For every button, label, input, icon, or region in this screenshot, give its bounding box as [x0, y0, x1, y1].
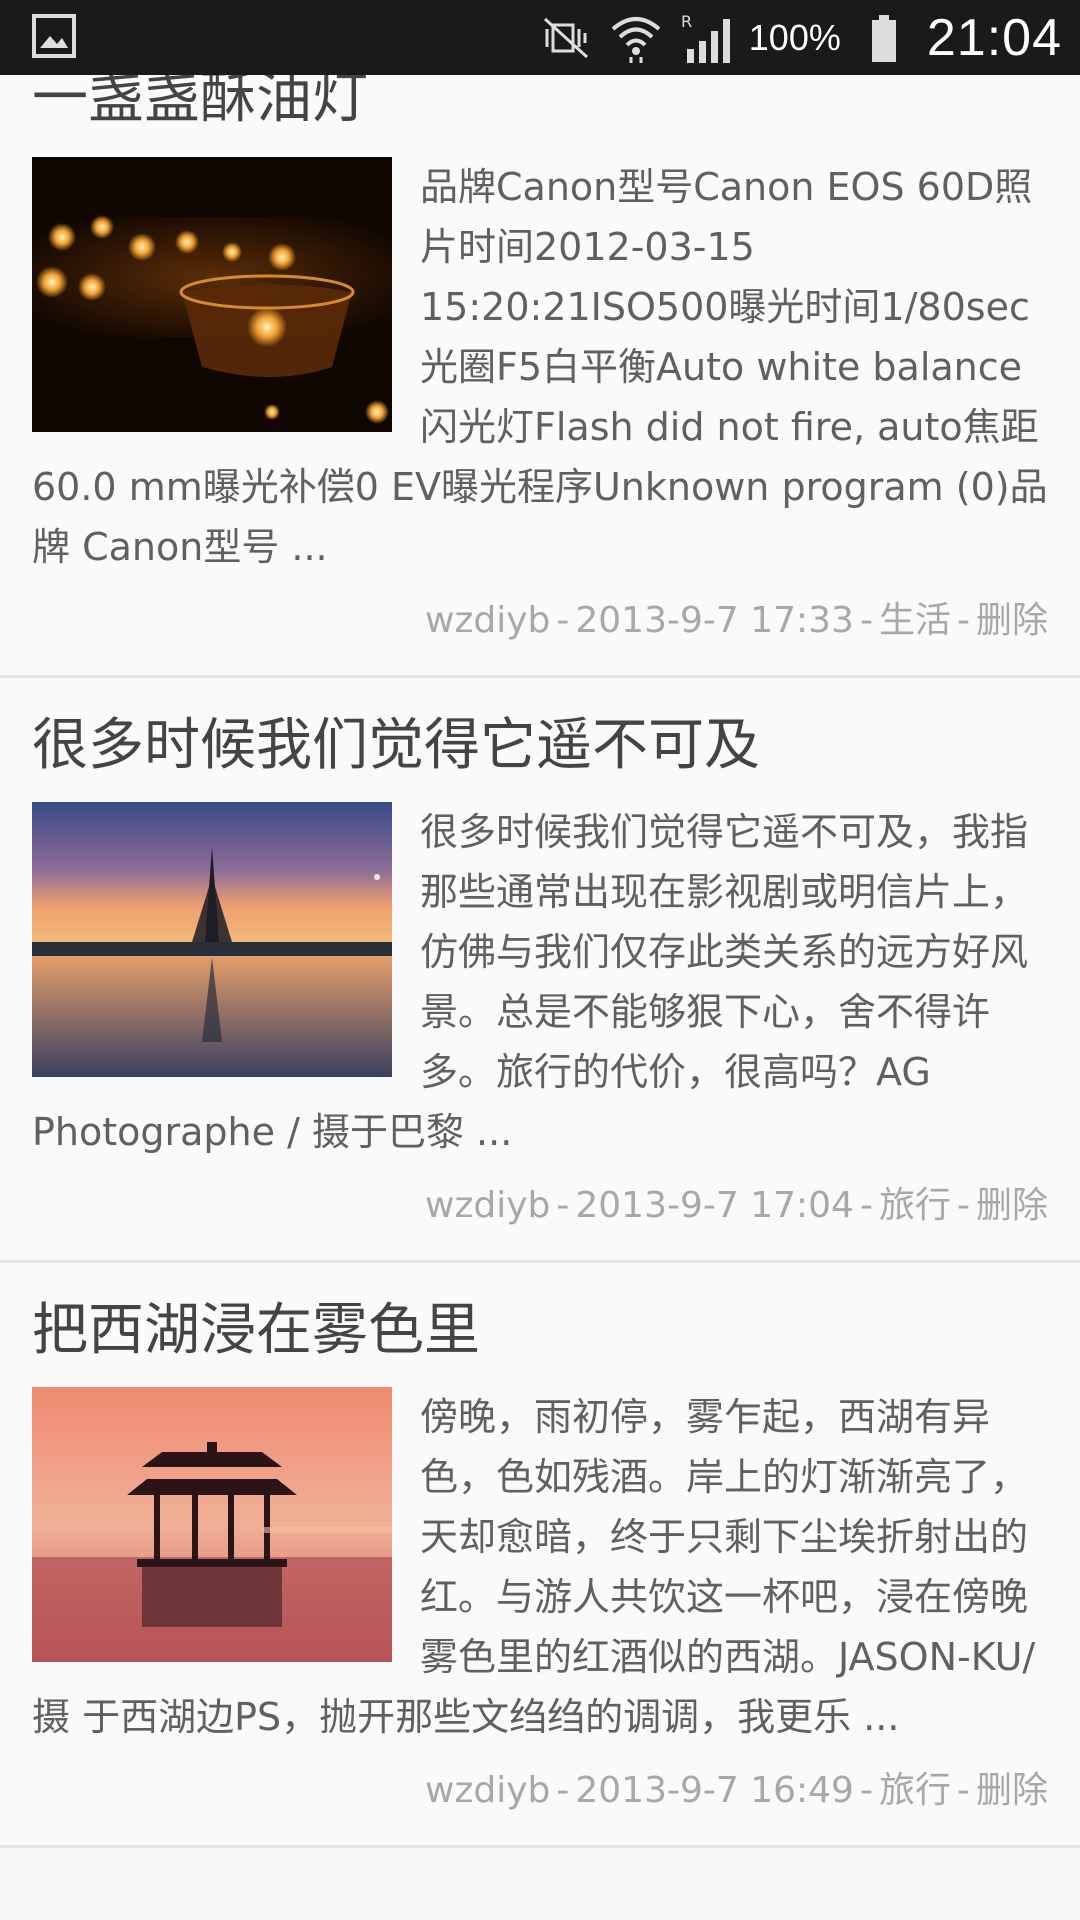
post-category[interactable]: 旅行 [879, 1185, 951, 1226]
post-date: 2013-9-7 17:04 [575, 1185, 854, 1226]
signal-roaming-icon: R [679, 11, 733, 65]
post-meta: wzdiyb -2013-9-7 17:33- 生活 - 删除 [425, 600, 1048, 641]
battery-percentage: 100% [748, 16, 841, 58]
post-thumbnail[interactable] [32, 802, 392, 1077]
post-author[interactable]: wzdiyb [425, 1185, 550, 1226]
mute-vibrate-icon [539, 11, 593, 65]
post-date: 2013-9-7 16:49 [575, 1770, 854, 1811]
battery-icon [857, 11, 911, 65]
delete-link[interactable]: 删除 [976, 1185, 1048, 1226]
post-category[interactable]: 旅行 [879, 1770, 951, 1811]
post-thumbnail[interactable] [32, 157, 392, 432]
gallery-notification-icon [32, 14, 76, 58]
post-category[interactable]: 生活 [879, 600, 951, 641]
post-card[interactable]: 把西湖浸在雾色里 傍晚，雨初停，雾乍起，西湖有异色，色如残酒。岸上的灯渐渐亮了，… [0, 1263, 1080, 1848]
wifi-icon [609, 11, 663, 65]
svg-text:R: R [681, 12, 692, 31]
post-date: 2013-9-7 17:33 [575, 600, 854, 641]
post-title[interactable]: 很多时候我们觉得它遥不可及 [0, 678, 1080, 776]
delete-link[interactable]: 删除 [976, 600, 1048, 641]
post-author[interactable]: wzdiyb [425, 1770, 550, 1811]
post-card[interactable]: 很多时候我们觉得它遥不可及 很多时候我们觉得它遥不可及，我指那些通常出现在影视剧… [0, 678, 1080, 1263]
post-author[interactable]: wzdiyb [425, 600, 550, 641]
post-title[interactable]: 一盏盏酥油灯 [0, 75, 1080, 129]
post-feed[interactable]: 一盏盏酥油灯 品牌Canon型号Canon EOS 60D照片时间2012-03… [0, 75, 1080, 1920]
post-thumbnail[interactable] [32, 1387, 392, 1662]
post-card[interactable]: 一盏盏酥油灯 品牌Canon型号Canon EOS 60D照片时间2012-03… [0, 75, 1080, 678]
post-meta: wzdiyb -2013-9-7 17:04- 旅行 - 删除 [425, 1185, 1048, 1226]
post-title[interactable]: 把西湖浸在雾色里 [0, 1263, 1080, 1361]
post-meta: wzdiyb -2013-9-7 16:49- 旅行 - 删除 [425, 1770, 1048, 1811]
clock: 21:04 [926, 8, 1062, 67]
status-bar: R 100% 21:04 [0, 0, 1080, 75]
delete-link[interactable]: 删除 [976, 1770, 1048, 1811]
